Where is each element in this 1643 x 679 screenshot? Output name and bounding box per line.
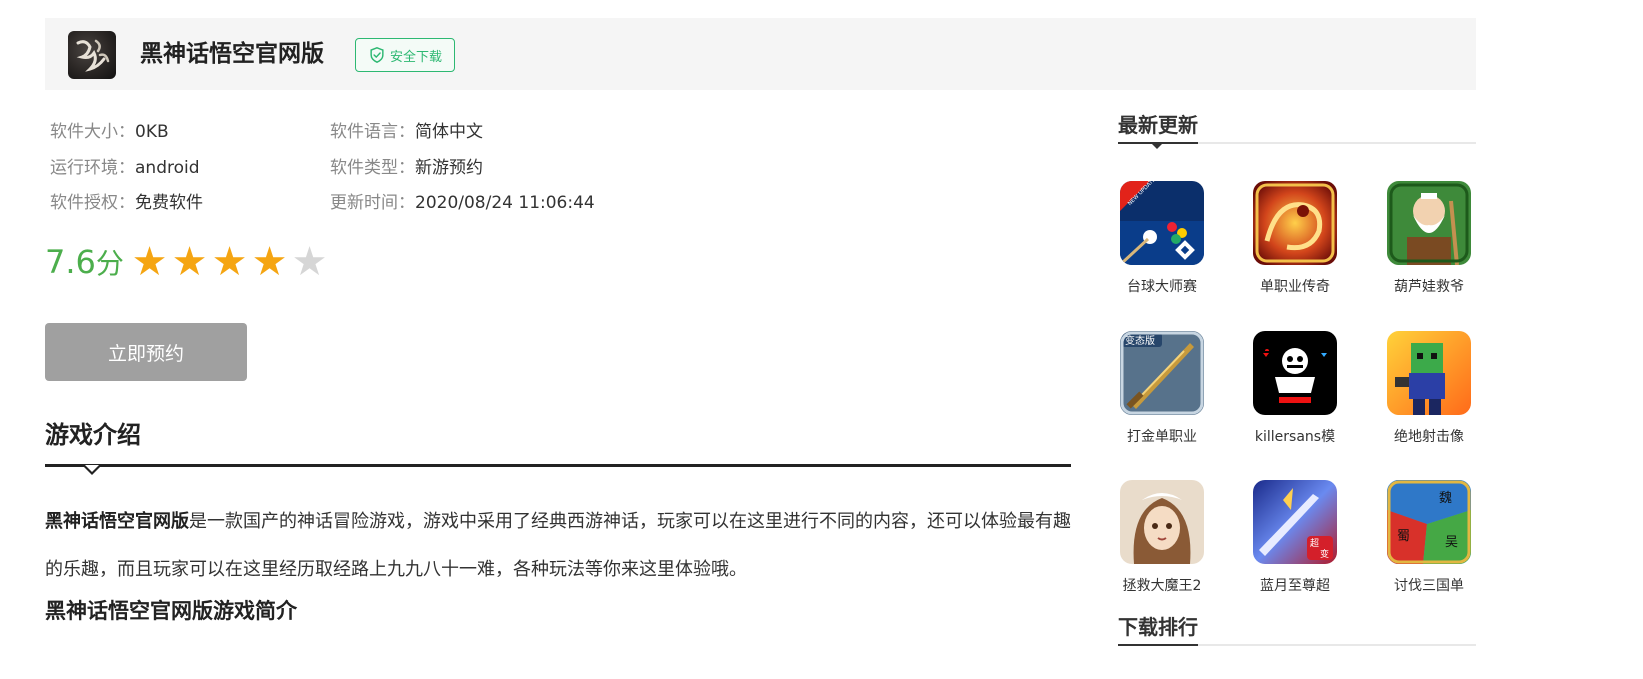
app-name[interactable]: 绝地射击像 xyxy=(1371,428,1487,446)
app-card[interactable]: 单职业传奇 xyxy=(1237,181,1353,296)
app-card[interactable]: 魏 蜀 吴 讨伐三国单 xyxy=(1371,480,1487,595)
svg-text:变态版: 变态版 xyxy=(1125,334,1155,347)
intro-section-title: 游戏介绍 xyxy=(45,421,141,449)
warrior-icon[interactable]: 超 变 xyxy=(1253,480,1337,564)
star-filled-icon: ★ xyxy=(211,239,248,285)
app-name[interactable]: 打金单职业 xyxy=(1104,428,1220,446)
maid-girl-icon[interactable] xyxy=(1120,480,1204,564)
app-card[interactable]: 葫芦娃救爷 xyxy=(1371,181,1487,296)
download-ranking-divider xyxy=(1118,644,1476,646)
app-name[interactable]: 讨伐三国单 xyxy=(1371,577,1487,595)
rating-score: 7.6分 xyxy=(45,242,124,284)
billiards-icon[interactable]: NEW UPDATE xyxy=(1120,181,1204,265)
svg-text:吴: 吴 xyxy=(1445,535,1458,550)
info-language-value: 简体中文 xyxy=(415,122,483,142)
intro-lead: 黑神话悟空官网版 xyxy=(45,511,189,532)
info-license-value: 免费软件 xyxy=(135,193,203,213)
svg-text:魏: 魏 xyxy=(1439,491,1452,506)
app-name[interactable]: 蓝月至尊超 xyxy=(1237,577,1353,595)
svg-text:超: 超 xyxy=(1310,537,1319,549)
app-name[interactable]: 台球大师赛 xyxy=(1104,278,1220,296)
app-card[interactable]: 超 变 蓝月至尊超 xyxy=(1237,480,1353,595)
dragon-icon[interactable] xyxy=(1253,181,1337,265)
info-type-value: 新游预约 xyxy=(415,158,483,178)
star-filled-icon: ★ xyxy=(171,239,208,285)
download-ranking-title[interactable]: 下载排行 xyxy=(1118,612,1198,642)
grandpa-icon[interactable] xyxy=(1387,181,1471,265)
info-license: 软件授权：免费软件 xyxy=(50,190,203,216)
intro-divider xyxy=(45,464,1071,467)
rating-score-unit: 分 xyxy=(95,247,124,280)
app-title: 黑神话悟空官网版 xyxy=(140,41,324,67)
info-language-label: 软件语言： xyxy=(330,122,415,142)
sword-icon[interactable]: 变态版 xyxy=(1120,331,1204,415)
info-env: 运行环境：android xyxy=(50,155,200,181)
svg-text:蜀: 蜀 xyxy=(1397,529,1410,544)
rating-score-value: 7.6 xyxy=(45,243,96,281)
info-updated-label: 更新时间： xyxy=(330,193,415,213)
info-language: 软件语言：简体中文 xyxy=(330,119,483,145)
safe-download-badge: 安全下载 xyxy=(355,38,455,72)
app-card[interactable]: 变态版 打金单职业 xyxy=(1104,331,1220,446)
info-size-label: 软件大小： xyxy=(50,122,135,142)
latest-updates-title[interactable]: 最新更新 xyxy=(1118,110,1198,140)
info-updated: 更新时间：2020/08/24 11:06:44 xyxy=(330,190,595,216)
info-type: 软件类型：新游预约 xyxy=(330,155,483,181)
app-name[interactable]: 拯救大魔王2 xyxy=(1104,577,1220,595)
info-license-label: 软件授权： xyxy=(50,193,135,213)
app-logo-icon xyxy=(68,31,116,79)
intro-text: 是一款国产的神话冒险游戏，游戏中采用了经典西游神话，玩家可以在这里进行不同的内容… xyxy=(45,511,1071,580)
star-empty-icon: ★ xyxy=(291,239,328,285)
info-type-label: 软件类型： xyxy=(330,158,415,178)
svg-text:变: 变 xyxy=(1320,548,1329,560)
intro-paragraph: 黑神话悟空官网版是一款国产的神话冒险游戏，游戏中采用了经典西游神话，玩家可以在这… xyxy=(45,498,1075,594)
app-card[interactable]: NEW UPDATE 台球大师赛 xyxy=(1104,181,1220,296)
blocky-soldier-icon[interactable] xyxy=(1387,331,1471,415)
app-card[interactable]: killersans模 xyxy=(1237,331,1353,446)
latest-updates-divider xyxy=(1118,142,1476,144)
info-size-value: 0KB xyxy=(135,122,169,142)
reserve-button[interactable]: 立即预约 xyxy=(45,323,247,381)
latest-updates-pointer xyxy=(1152,144,1162,149)
skeleton-icon[interactable] xyxy=(1253,331,1337,415)
app-header: 黑神话悟空官网版 安全下载 xyxy=(45,18,1476,90)
intro-divider-pointer xyxy=(83,465,101,475)
star-filled-icon: ★ xyxy=(251,239,288,285)
rating-stars: ★ ★ ★ ★ ★ xyxy=(130,241,329,283)
info-env-value: android xyxy=(135,158,200,178)
three-kingdoms-map-icon[interactable]: 魏 蜀 吴 xyxy=(1387,480,1471,564)
app-card[interactable]: 绝地射击像 xyxy=(1371,331,1487,446)
info-updated-value: 2020/08/24 11:06:44 xyxy=(415,193,595,213)
app-name[interactable]: killersans模 xyxy=(1237,428,1353,446)
shield-check-icon xyxy=(370,47,384,63)
info-size: 软件大小：0KB xyxy=(50,119,169,145)
info-env-label: 运行环境： xyxy=(50,158,135,178)
star-filled-icon: ★ xyxy=(131,239,168,285)
app-card[interactable]: 拯救大魔王2 xyxy=(1104,480,1220,595)
app-name[interactable]: 单职业传奇 xyxy=(1237,278,1353,296)
intro-subtitle: 黑神话悟空官网版游戏简介 xyxy=(45,599,297,623)
app-name[interactable]: 葫芦娃救爷 xyxy=(1371,278,1487,296)
safe-download-label: 安全下载 xyxy=(389,49,442,65)
